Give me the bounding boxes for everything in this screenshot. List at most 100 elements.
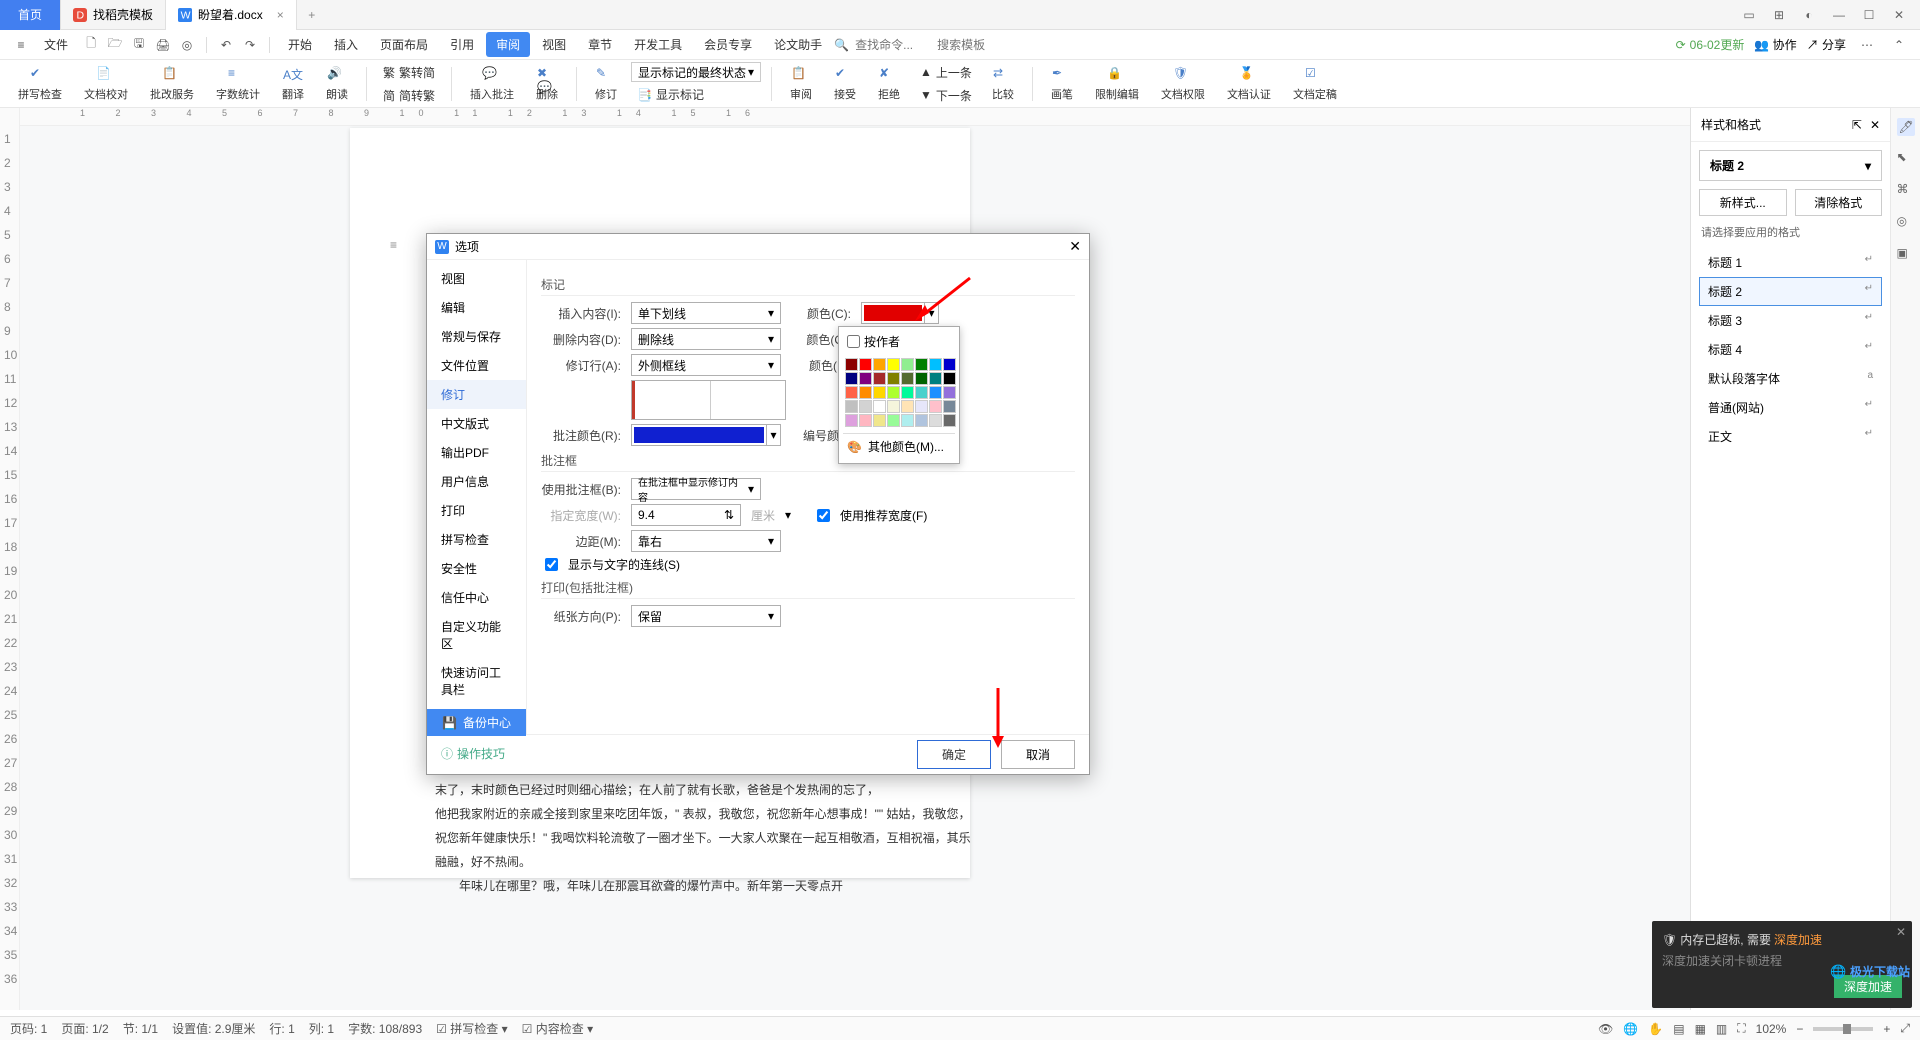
nav-revision[interactable]: 修订: [427, 380, 526, 409]
delete-button[interactable]: ✖💬删除: [528, 64, 566, 104]
fit-icon[interactable]: ⛶: [1737, 1021, 1745, 1036]
status-position[interactable]: 设置值: 2.9厘米: [172, 1020, 255, 1037]
menu-insert[interactable]: 插入: [324, 32, 368, 57]
ink-button[interactable]: ✒画笔: [1043, 64, 1081, 104]
color-cell[interactable]: [915, 386, 928, 399]
style-item-normal-web[interactable]: 普通(网站)↵: [1699, 393, 1882, 422]
globe-icon[interactable]: 🌐: [1623, 1022, 1638, 1036]
panel-close-icon[interactable]: ✕: [1870, 118, 1880, 132]
nav-tool-icon[interactable]: ◎: [1897, 214, 1915, 232]
insert-content-combo[interactable]: 单下划线▾: [631, 302, 781, 324]
menu-start[interactable]: 开始: [278, 32, 322, 57]
comment-color-picker[interactable]: ▾: [631, 424, 781, 446]
status-section[interactable]: 节: 1/1: [123, 1020, 158, 1037]
zoom-slider[interactable]: [1813, 1027, 1873, 1031]
color-cell[interactable]: [943, 372, 956, 385]
menu-review[interactable]: 审阅: [486, 32, 530, 57]
color-cell[interactable]: [915, 414, 928, 427]
nav-general[interactable]: 常规与保存: [427, 322, 526, 351]
backup-center-button[interactable]: 💾备份中心: [427, 709, 526, 736]
color-cell[interactable]: [901, 372, 914, 385]
status-spell[interactable]: ☑ 拼写检查 ▾: [436, 1020, 507, 1037]
template-search-input[interactable]: [937, 38, 1017, 52]
translate-button[interactable]: A文翻译: [274, 64, 312, 104]
color-cell[interactable]: [873, 386, 886, 399]
color-cell[interactable]: [943, 414, 956, 427]
zoom-out-icon[interactable]: −: [1796, 1022, 1803, 1036]
minimize-icon[interactable]: —: [1826, 5, 1852, 25]
fullscreen-icon[interactable]: ⤢: [1900, 1021, 1910, 1036]
approval-button[interactable]: 📋批改服务: [142, 64, 202, 104]
hamburger-icon[interactable]: ≡: [10, 34, 32, 56]
margin-combo[interactable]: 靠右▾: [631, 530, 781, 552]
close-window-icon[interactable]: ✕: [1886, 5, 1912, 25]
nav-pdf[interactable]: 输出PDF: [427, 438, 526, 467]
menu-view[interactable]: 视图: [532, 32, 576, 57]
tab-document[interactable]: W 盼望着.docx ×: [166, 0, 297, 30]
tab-home[interactable]: 首页: [0, 0, 61, 30]
color-cell[interactable]: [887, 372, 900, 385]
color-cell[interactable]: [845, 386, 858, 399]
traditional-button[interactable]: 繁繁转简: [377, 62, 441, 83]
clear-format-button[interactable]: 清除格式: [1795, 189, 1883, 216]
style-item-heading4[interactable]: 标题 4↵: [1699, 335, 1882, 364]
style-item-heading1[interactable]: 标题 1↵: [1699, 248, 1882, 277]
update-indicator[interactable]: ⟳06-02更新: [1676, 36, 1745, 53]
paper-dir-combo[interactable]: 保留▾: [631, 605, 781, 627]
user-icon[interactable]: ◐: [1796, 5, 1822, 25]
color-cell[interactable]: [873, 358, 886, 371]
color-cell[interactable]: [845, 414, 858, 427]
color-cell[interactable]: [859, 386, 872, 399]
shortcut-tool-icon[interactable]: ⌘: [1897, 182, 1915, 200]
color-cell[interactable]: [859, 400, 872, 413]
command-search[interactable]: 🔍: [834, 38, 935, 52]
nav-security[interactable]: 安全性: [427, 554, 526, 583]
nav-cjk[interactable]: 中文版式: [427, 409, 526, 438]
layout-icon[interactable]: ▭: [1736, 5, 1762, 25]
template-search[interactable]: [937, 38, 1017, 52]
simplified-button[interactable]: 简简转繁: [377, 85, 441, 106]
doc-auth-button[interactable]: 🛡文档权限: [1153, 64, 1213, 104]
spellcheck-button[interactable]: ✔拼写检查: [10, 64, 70, 104]
review-pane-button[interactable]: 📋审阅: [782, 64, 820, 104]
status-pages[interactable]: 页面: 1/2: [61, 1020, 108, 1037]
color-cell[interactable]: [887, 400, 900, 413]
color-cell[interactable]: [943, 358, 956, 371]
status-content[interactable]: ☑ 内容检查 ▾: [522, 1020, 593, 1037]
color-cell[interactable]: [845, 372, 858, 385]
by-author-checkbox[interactable]: [847, 335, 860, 348]
status-line[interactable]: 行: 1: [269, 1020, 294, 1037]
more-icon[interactable]: ⋯: [1856, 34, 1878, 56]
tips-link[interactable]: ⓘ操作技巧: [441, 745, 505, 762]
doc-final-button[interactable]: ☑文档定稿: [1285, 64, 1345, 104]
view-web-icon[interactable]: ▦: [1695, 1022, 1706, 1036]
notif-close-icon[interactable]: ✕: [1896, 925, 1906, 939]
nav-view[interactable]: 视图: [427, 264, 526, 293]
hand-icon[interactable]: ✋: [1648, 1022, 1663, 1036]
color-cell[interactable]: [887, 358, 900, 371]
command-search-input[interactable]: [855, 38, 935, 52]
color-cell[interactable]: [901, 358, 914, 371]
color-cell[interactable]: [929, 386, 942, 399]
insert-comment-button[interactable]: 💬插入批注: [462, 64, 522, 104]
menu-layout[interactable]: 页面布局: [370, 32, 438, 57]
print-icon[interactable]: 🖨: [152, 34, 174, 56]
accept-button[interactable]: ✔接受: [826, 64, 864, 104]
new-icon[interactable]: 🗋: [80, 34, 102, 56]
delete-content-combo[interactable]: 删除线▾: [631, 328, 781, 350]
doccheck-button[interactable]: 📄文档校对: [76, 64, 136, 104]
status-wordcount[interactable]: 字数: 108/893: [348, 1020, 422, 1037]
color-cell[interactable]: [859, 358, 872, 371]
status-pageno[interactable]: 页码: 1: [10, 1020, 47, 1037]
color-cell[interactable]: [845, 358, 858, 371]
nav-customribbon[interactable]: 自定义功能区: [427, 612, 526, 658]
reject-button[interactable]: ✘拒绝: [870, 64, 908, 104]
nav-spell[interactable]: 拼写检查: [427, 525, 526, 554]
coop-button[interactable]: 👥 协作: [1754, 36, 1796, 53]
color-c-picker[interactable]: ▾: [861, 302, 939, 324]
color-cell[interactable]: [929, 358, 942, 371]
view-normal-icon[interactable]: ▤: [1673, 1022, 1684, 1036]
save-icon[interactable]: 🖫: [128, 34, 150, 56]
layers-tool-icon[interactable]: ▣: [1897, 246, 1915, 264]
color-cell[interactable]: [943, 386, 956, 399]
